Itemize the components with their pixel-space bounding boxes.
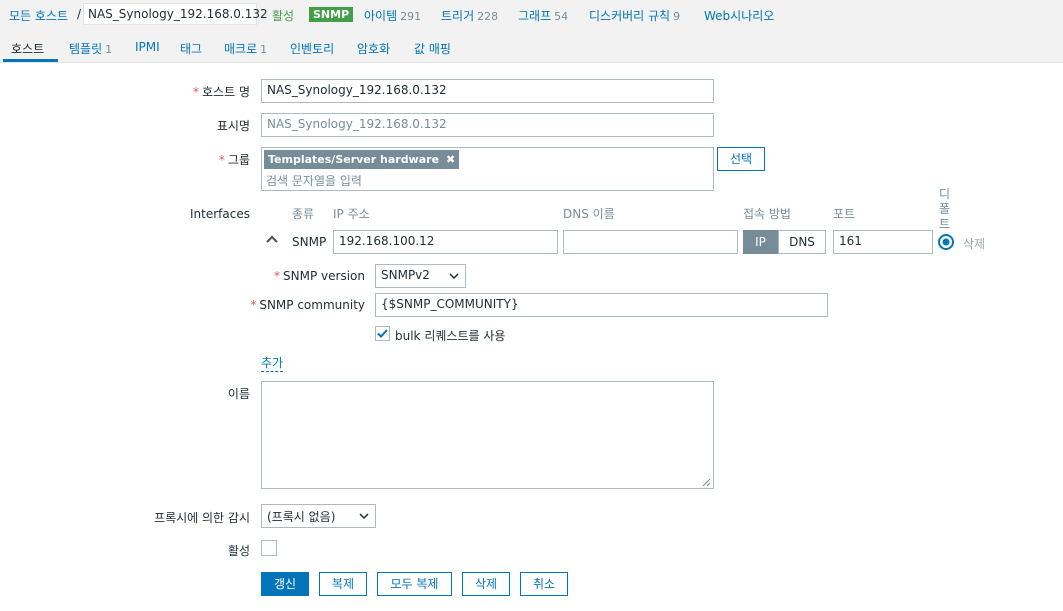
- proxy-value: (프록시 없음): [267, 510, 336, 524]
- interface-port-header: 포트: [833, 207, 856, 221]
- interface-default-header: 디폴트: [939, 187, 951, 231]
- snmp-availability-badge: SNMP: [309, 7, 354, 22]
- tab-macros-label: 매크로: [224, 42, 258, 56]
- triggers-count: 228: [477, 10, 499, 23]
- host-status-active[interactable]: 활성: [272, 7, 294, 24]
- group-search-input[interactable]: 검색 문자열을 입력: [266, 172, 362, 189]
- interface-dns-header: DNS 이름: [563, 207, 615, 221]
- collapse-interface-icon[interactable]: [265, 232, 279, 246]
- connect-ip-toggle[interactable]: IP: [743, 230, 778, 254]
- group-chip: Templates/Server hardware ✖: [264, 150, 460, 169]
- update-button[interactable]: 갱신: [261, 572, 309, 596]
- tab-encryption[interactable]: 암호화: [357, 40, 390, 57]
- triggers-link-label[interactable]: 트리거: [441, 9, 474, 23]
- description-label: 이름: [227, 387, 250, 401]
- description-textarea[interactable]: [261, 381, 714, 489]
- interface-type-value: SNMP: [292, 235, 327, 249]
- breadcrumb-triggers[interactable]: 트리거 228: [441, 7, 498, 24]
- host-name-input[interactable]: NAS_Synology_192.168.0.132: [261, 79, 714, 103]
- default-interface-radio[interactable]: [938, 234, 954, 250]
- enabled-checkbox[interactable]: [261, 540, 277, 556]
- proxy-select[interactable]: (프록시 없음): [261, 504, 376, 528]
- chevron-down-icon: [449, 269, 459, 286]
- tab-host-label: 호스트: [11, 42, 45, 56]
- host-name-label: * 호스트 명: [193, 85, 250, 99]
- breadcrumb-all-hosts[interactable]: 모든 호스트: [9, 7, 68, 24]
- interface-port-input[interactable]: 161: [833, 230, 933, 254]
- host-form-panel: [0, 63, 1063, 611]
- snmp-version-label: * SNMP version: [274, 269, 365, 283]
- enabled-label: 활성: [227, 544, 250, 558]
- select-groups-button[interactable]: 선택: [717, 147, 765, 171]
- snmp-community-label: * SNMP community: [250, 298, 365, 312]
- items-count: 291: [400, 10, 422, 23]
- visible-name-label: 표시명: [216, 119, 250, 133]
- interface-connect-header: 접속 방법: [743, 207, 791, 221]
- interface-dns-input[interactable]: [563, 230, 738, 254]
- snmp-community-input[interactable]: {$SNMP_COMMUNITY}: [375, 293, 828, 317]
- resize-handle-icon[interactable]: [701, 476, 711, 487]
- snmp-community-label-text: SNMP community: [259, 298, 365, 312]
- active-tab-indicator: [3, 59, 58, 62]
- cancel-button[interactable]: 취소: [520, 572, 568, 596]
- host-name-label-text: 호스트 명: [202, 85, 250, 99]
- tab-templates-label: 템플릿: [69, 42, 103, 56]
- discovery-link-label[interactable]: 디스커버리 규칙: [589, 9, 670, 23]
- tab-tags-label: 태그: [180, 42, 203, 56]
- tab-host[interactable]: 호스트: [11, 40, 44, 57]
- breadcrumb-current-host: NAS_Synology_192.168.0.132: [83, 3, 268, 25]
- discovery-count: 9: [673, 10, 681, 23]
- graphs-count: 54: [554, 10, 569, 23]
- breadcrumb-discovery[interactable]: 디스커버리 규칙 9: [589, 7, 680, 24]
- clone-button[interactable]: 복제: [319, 572, 367, 596]
- visible-name-input[interactable]: NAS_Synology_192.168.0.132: [261, 113, 714, 137]
- tab-tags[interactable]: 태그: [180, 40, 202, 57]
- items-link-label[interactable]: 아이템: [364, 9, 397, 23]
- interface-ip-input[interactable]: 192.168.100.12: [333, 230, 558, 254]
- tab-inventory-label: 인벤토리: [290, 42, 335, 56]
- tab-templates[interactable]: 템플릿 1: [69, 40, 112, 57]
- bulk-requests-label: bulk 리퀘스트를 사용: [395, 329, 506, 343]
- groups-label-text: 그룹: [227, 153, 250, 167]
- snmp-version-value: SNMPv2: [381, 268, 430, 282]
- groups-label: * 그룹: [218, 153, 250, 167]
- full-clone-button[interactable]: 모두 복제: [377, 572, 452, 596]
- tab-ipmi-label: IPMI: [135, 40, 160, 54]
- remove-chip-icon[interactable]: ✖: [446, 153, 455, 166]
- group-chip-label: Templates/Server hardware: [268, 153, 440, 166]
- interface-type-header: 종류: [292, 207, 315, 221]
- chevron-down-icon: [359, 509, 369, 526]
- tab-inventory[interactable]: 인벤토리: [290, 40, 334, 57]
- remove-interface-link[interactable]: 삭제: [963, 235, 985, 252]
- tab-ipmi[interactable]: IPMI: [135, 40, 160, 54]
- tab-macros[interactable]: 매크로 1: [224, 40, 267, 57]
- interfaces-label: Interfaces: [190, 207, 250, 221]
- tab-encryption-label: 암호화: [357, 42, 391, 56]
- snmp-version-label-text: SNMP version: [283, 269, 365, 283]
- tab-templates-count: 1: [105, 43, 113, 56]
- delete-button[interactable]: 삭제: [462, 572, 510, 596]
- breadcrumb-separator: /: [77, 7, 82, 21]
- bulk-requests-checkbox[interactable]: [375, 326, 390, 341]
- breadcrumb-items[interactable]: 아이템 291: [364, 7, 421, 24]
- graphs-link-label[interactable]: 그래프: [518, 9, 551, 23]
- breadcrumb-web-scenarios[interactable]: Web시나리오: [704, 7, 774, 24]
- snmp-version-select[interactable]: SNMPv2: [375, 264, 466, 288]
- interface-ip-header: IP 주소: [333, 207, 370, 221]
- connect-dns-toggle[interactable]: DNS: [778, 230, 826, 254]
- tab-macros-count: 1: [260, 43, 268, 56]
- tab-value-mapping[interactable]: 값 매핑: [414, 40, 451, 57]
- breadcrumb-graphs[interactable]: 그래프 54: [518, 7, 568, 24]
- add-interface-link[interactable]: 추가: [261, 354, 284, 372]
- tab-value-mapping-label: 값 매핑: [414, 42, 451, 56]
- proxy-label: 프록시에 의한 감시: [154, 511, 250, 525]
